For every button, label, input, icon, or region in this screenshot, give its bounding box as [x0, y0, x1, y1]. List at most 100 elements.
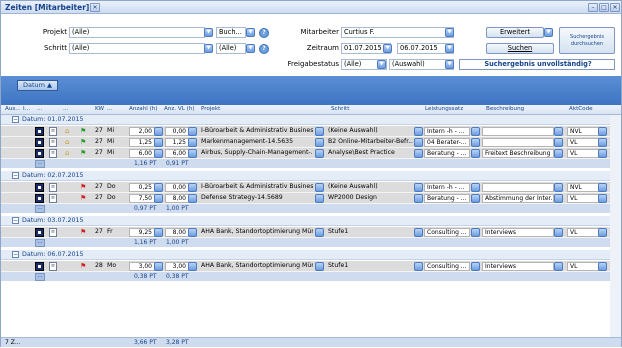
schritt-cell[interactable]: B2 Online-Mitarbeiter-Befr... — [328, 137, 413, 148]
beschreibung-field[interactable]: Abstimmung der Inter... — [482, 194, 554, 203]
aktcode-dropdown-icon[interactable] — [598, 262, 607, 271]
leistung-field[interactable]: Consulting ... — [424, 228, 470, 237]
projekt-picker-icon[interactable] — [315, 149, 324, 158]
column-header[interactable]: Leistungssatz — [425, 106, 463, 112]
beschreibung-picker-icon[interactable] — [554, 194, 563, 203]
table-row[interactable]: ≡ ⚑ 27 Do 7,50 8,00 Defense Strategy-14.5689 WP… — [1, 193, 621, 204]
projekt-cell[interactable]: I-Büroarbeit & Administrativ Busines... — [201, 126, 313, 137]
mitarbeiter-dropdown-icon[interactable]: ▼ — [445, 28, 454, 37]
schritt-cell[interactable]: Stufe1 — [328, 227, 413, 238]
freigabe2-dropdown-icon[interactable]: ▼ — [445, 60, 454, 69]
schritt-picker-icon[interactable] — [414, 262, 423, 271]
schritt-picker-icon[interactable] — [414, 127, 423, 136]
schritt-picker-icon[interactable] — [414, 138, 423, 147]
beschreibung-field[interactable]: Interviews — [482, 228, 554, 237]
column-header[interactable]: Beschreibung — [486, 106, 524, 112]
schritt-picker-icon[interactable] — [414, 183, 423, 192]
schritt-select[interactable]: (Alle) — [69, 43, 205, 54]
anzahl-field[interactable]: 1,25 — [129, 138, 155, 147]
leistung-field[interactable]: Consulting ... — [424, 262, 470, 271]
table-row[interactable]: ≡ ⚑ 27 Do 0,25 0,00 I-Büroarbeit & Administrat… — [1, 182, 621, 193]
anzahl-spin-icon[interactable] — [154, 127, 163, 136]
projekt-cell[interactable]: AHA Bank, Standortoptimierung Mün... — [201, 227, 313, 238]
vl-spin-icon[interactable] — [188, 262, 197, 271]
anzahl-spin-icon[interactable] — [154, 262, 163, 271]
minimize-icon[interactable]: – — [588, 3, 598, 12]
document-icon[interactable]: ≡ — [49, 149, 57, 158]
group-row[interactable]: − Datum: 03.07.2015 — [1, 216, 621, 226]
projekt-cell[interactable]: Defense Strategy-14.5689 — [201, 193, 313, 204]
close-icon[interactable]: ✕ — [610, 3, 620, 12]
projekt-cell[interactable]: Airbus, Supply-Chain-Management-... — [201, 148, 313, 159]
anzahl-field[interactable]: 0,25 — [129, 183, 155, 192]
beschreibung-field[interactable] — [482, 138, 554, 147]
schritt-cell[interactable]: WP2000 Design — [328, 193, 413, 204]
beschreibung-field[interactable]: Freitext Beschreibung — [482, 149, 554, 158]
anzahl-field[interactable]: 3,00 — [129, 262, 155, 271]
group-row[interactable]: − Datum: 01.07.2015 — [1, 115, 621, 125]
leistung-picker-icon[interactable] — [471, 138, 480, 147]
summary-menu-button[interactable]: … — [35, 160, 45, 168]
leistung-field[interactable]: Intern -h - ... — [424, 183, 470, 192]
table-row[interactable]: ≡ ⌂ ⚑ 27 Mi 6,00 6,00 Airbus, Supply-Chain-Mana… — [1, 148, 621, 159]
anzahl-field[interactable]: 2,00 — [129, 127, 155, 136]
summary-menu-button[interactable]: … — [35, 239, 45, 247]
table-row[interactable]: ≡ ⚑ 27 Fr 9,25 8,00 AHA Bank, Standortoptimier… — [1, 227, 621, 238]
aktcode-dropdown-icon[interactable] — [598, 228, 607, 237]
select-checkbox[interactable] — [35, 228, 44, 237]
maximize-icon[interactable]: □ — [599, 3, 609, 12]
select-checkbox[interactable] — [35, 183, 44, 192]
column-header[interactable]: Schritt — [331, 106, 349, 112]
column-header[interactable]: ... — [37, 106, 42, 112]
suchen-button[interactable]: Suchen — [486, 43, 554, 54]
collapse-icon[interactable]: − — [12, 251, 19, 258]
leistung-field[interactable]: Beratung - ... — [424, 194, 470, 203]
column-header[interactable]: KW — [95, 106, 104, 112]
select-checkbox[interactable] — [35, 194, 44, 203]
vl-field[interactable]: 0,00 — [165, 183, 189, 192]
summary-menu-button[interactable]: … — [35, 205, 45, 213]
beschreibung-field[interactable]: Interviews — [482, 262, 554, 271]
calendar-to-icon[interactable]: ▼ — [445, 44, 454, 53]
select-checkbox[interactable] — [35, 149, 44, 158]
schritt-cell[interactable]: Analyse\Best Practice — [328, 148, 413, 159]
table-row[interactable]: ≡ ⚑ 28 Mo 3,00 3,00 AHA Bank, Standortoptimier… — [1, 261, 621, 272]
erweitert-dropdown-icon[interactable]: ▼ — [544, 28, 553, 37]
document-icon[interactable]: ≡ — [49, 138, 57, 147]
schritt-cell[interactable]: (Keine Auswahl) — [328, 126, 413, 137]
leistung-field[interactable]: Beratung - ... — [424, 149, 470, 158]
freigabe-dropdown-icon[interactable]: ▼ — [377, 60, 386, 69]
projekt-picker-icon[interactable] — [315, 127, 324, 136]
beschreibung-picker-icon[interactable] — [554, 228, 563, 237]
vl-field[interactable]: 1,25 — [165, 138, 189, 147]
schritt2-dropdown-icon[interactable]: ▼ — [246, 44, 255, 53]
vl-field[interactable]: 8,00 — [165, 194, 189, 203]
anzahl-field[interactable]: 9,25 — [129, 228, 155, 237]
select-checkbox[interactable] — [35, 262, 44, 271]
vl-spin-icon[interactable] — [188, 127, 197, 136]
projekt-picker-icon[interactable] — [315, 228, 324, 237]
schritt-picker-icon[interactable] — [414, 228, 423, 237]
erweitert-button[interactable]: Erweitert — [486, 27, 544, 38]
table-row[interactable]: ≡ ⌂ ⚑ 27 Mi 2,00 0,00 I-Büroarbeit & Administra… — [1, 126, 621, 137]
collapse-icon[interactable]: − — [12, 116, 19, 123]
schritt-cell[interactable]: Stufe1 — [328, 261, 413, 272]
column-header[interactable]: Anz. VL (h) — [164, 106, 195, 112]
vl-spin-icon[interactable] — [188, 149, 197, 158]
leistung-picker-icon[interactable] — [471, 183, 480, 192]
projekt-select[interactable]: (Alle) — [69, 27, 205, 38]
leistung-field[interactable]: Intern -h - ... — [424, 127, 470, 136]
column-header[interactable]: Aus... — [5, 106, 21, 112]
column-header[interactable]: ... — [107, 106, 112, 112]
beschreibung-picker-icon[interactable] — [554, 127, 563, 136]
projekt-cell[interactable]: Markenmanagement-14.5635 — [201, 137, 313, 148]
beschreibung-field[interactable] — [482, 127, 554, 136]
vl-field[interactable]: 3,00 — [165, 262, 189, 271]
anzahl-spin-icon[interactable] — [154, 194, 163, 203]
group-row[interactable]: − Datum: 02.07.2015 — [1, 171, 621, 181]
beschreibung-picker-icon[interactable] — [554, 138, 563, 147]
document-icon[interactable]: ≡ — [49, 194, 57, 203]
schritt-picker-icon[interactable] — [414, 194, 423, 203]
collapse-icon[interactable]: − — [12, 217, 19, 224]
vertical-scrollbar[interactable] — [610, 115, 621, 337]
